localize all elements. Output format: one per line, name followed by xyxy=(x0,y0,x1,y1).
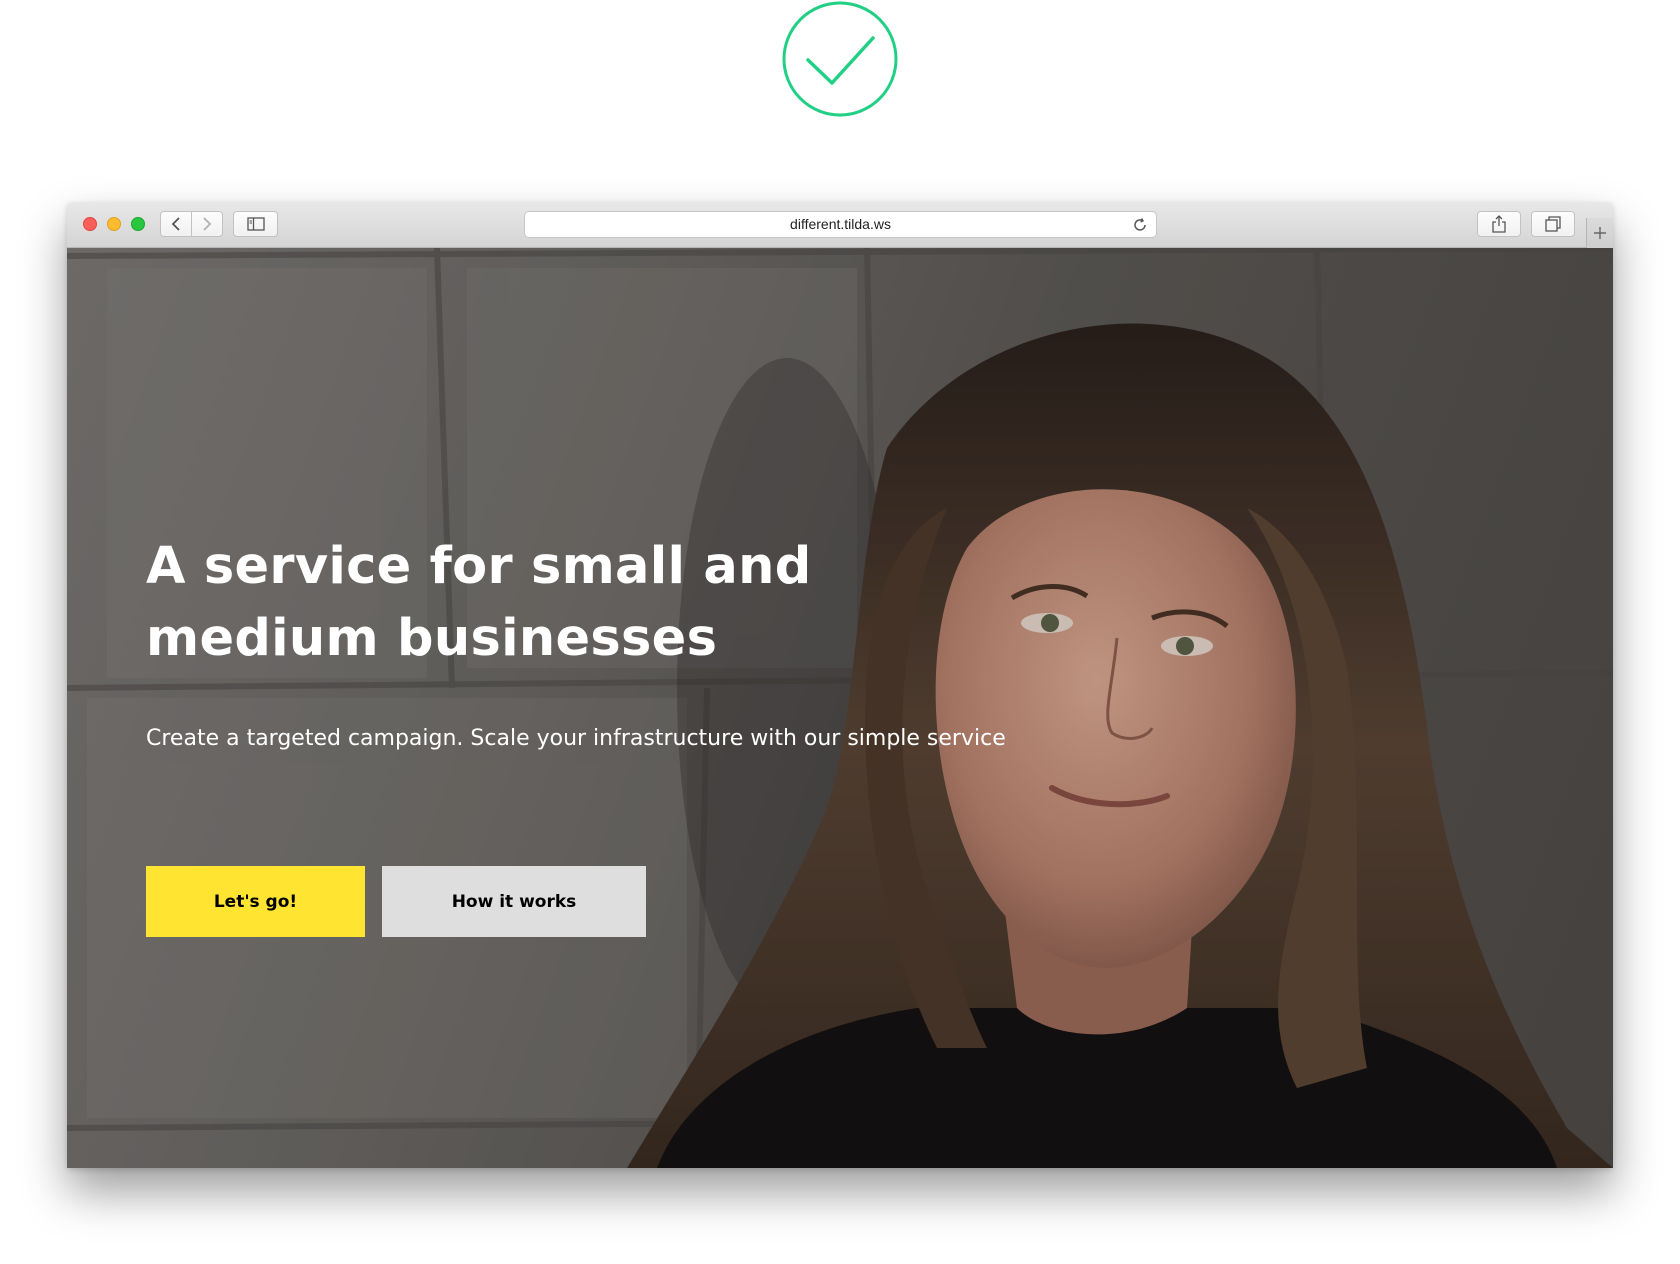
hero-subtitle: Create a targeted campaign. Scale your i… xyxy=(146,726,1006,751)
browser-toolbar: different.tilda.ws xyxy=(67,202,1613,248)
share-icon xyxy=(1492,215,1506,233)
checkmark-circle-icon xyxy=(781,0,899,118)
maximize-window-button[interactable] xyxy=(131,217,145,231)
lets-go-button[interactable]: Let's go! xyxy=(146,866,365,937)
browser-window: different.tilda.ws A service for small a… xyxy=(67,202,1613,1168)
hero-title: A service for small and medium businesse… xyxy=(146,537,812,668)
new-tab-button[interactable] xyxy=(1586,218,1613,248)
address-bar[interactable]: different.tilda.ws xyxy=(524,211,1157,238)
share-button[interactable] xyxy=(1477,211,1521,237)
how-it-works-button[interactable]: How it works xyxy=(382,866,646,937)
url-text: different.tilda.ws xyxy=(790,216,891,232)
forward-button[interactable] xyxy=(191,211,223,237)
reload-icon[interactable] xyxy=(1132,217,1148,233)
back-button[interactable] xyxy=(160,211,192,237)
tabs-icon xyxy=(1545,216,1561,232)
back-arrow-icon xyxy=(171,217,180,231)
hero-dark-overlay xyxy=(67,248,1613,1168)
navigation-buttons xyxy=(160,211,223,237)
close-window-button[interactable] xyxy=(83,217,97,231)
minimize-window-button[interactable] xyxy=(107,217,121,231)
show-tabs-button[interactable] xyxy=(1531,211,1575,237)
plus-icon xyxy=(1594,227,1606,239)
hero-section: A service for small and medium businesse… xyxy=(67,248,1613,1168)
forward-arrow-icon xyxy=(203,217,212,231)
sidebar-toggle-button[interactable] xyxy=(233,211,278,237)
sidebar-icon xyxy=(246,217,265,231)
